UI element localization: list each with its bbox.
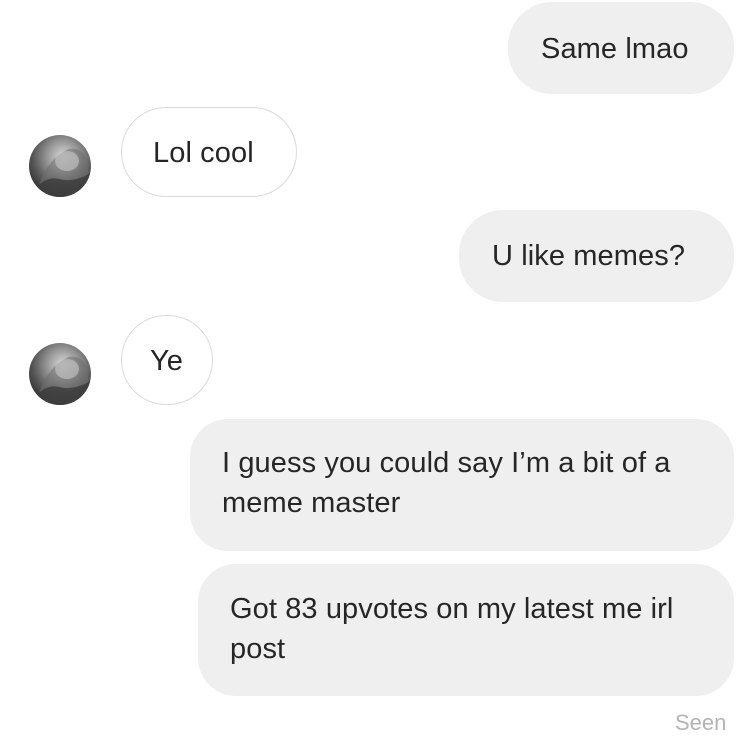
message-text: U like memes? bbox=[492, 240, 686, 272]
incoming-message[interactable]: Ye bbox=[121, 315, 213, 405]
contact-avatar[interactable] bbox=[29, 343, 91, 405]
avatar-image bbox=[29, 135, 91, 197]
outgoing-message[interactable]: U like memes? bbox=[459, 210, 734, 302]
message-text: Got 83 upvotes on my latest me irl post bbox=[230, 593, 674, 665]
avatar-image bbox=[29, 343, 91, 405]
outgoing-message[interactable]: Got 83 upvotes on my latest me irl post bbox=[198, 564, 734, 696]
contact-avatar[interactable] bbox=[29, 135, 91, 197]
outgoing-message[interactable]: I guess you could say I’m a bit of a mem… bbox=[190, 419, 734, 551]
incoming-message[interactable]: Lol cool bbox=[121, 107, 297, 197]
read-receipt: Seen bbox=[675, 710, 727, 735]
message-text: Same lmao bbox=[541, 33, 689, 65]
message-text: Ye bbox=[150, 345, 184, 377]
message-text: I guess you could say I’m a bit of a mem… bbox=[222, 447, 671, 519]
message-text: Lol cool bbox=[153, 137, 254, 169]
outgoing-message[interactable]: Same lmao bbox=[508, 2, 734, 94]
